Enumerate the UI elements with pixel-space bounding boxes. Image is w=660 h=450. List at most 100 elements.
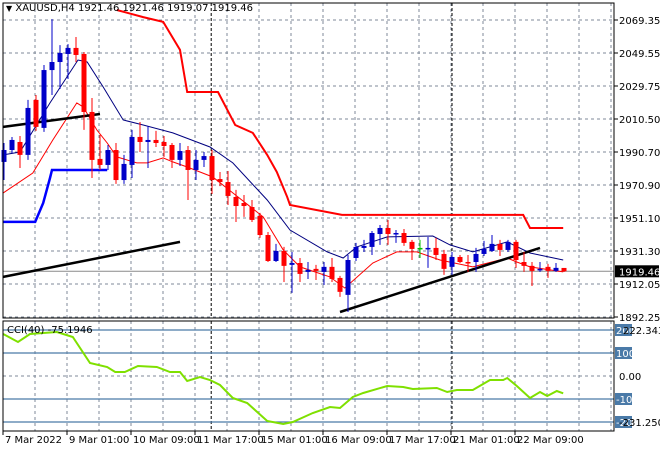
candle-body <box>281 250 287 266</box>
cci-title: CCI(40) -75.1946 <box>7 325 93 336</box>
candle-body <box>433 247 439 255</box>
candle-body <box>161 141 167 146</box>
symbol-label: XAUUSD,H4 <box>15 3 75 14</box>
time-label: 9 Mar 01:00 <box>69 435 129 446</box>
cci-level-label: 0.00 <box>619 372 641 383</box>
candle-body <box>49 62 55 71</box>
candle-body <box>97 158 103 165</box>
cci-label: CCI(40) <box>7 325 45 336</box>
price-label: 1931.30 <box>619 247 660 258</box>
candle-body <box>177 151 183 160</box>
candle-body <box>217 179 223 183</box>
candle-body <box>257 215 263 236</box>
candle-body <box>201 156 207 160</box>
candle-body <box>17 141 23 155</box>
candle-body <box>1 150 7 162</box>
candle-body <box>145 139 151 142</box>
time-label: 22 Mar 09:00 <box>517 435 584 446</box>
candle-body <box>193 159 199 170</box>
candle-body <box>369 233 375 247</box>
candle <box>265 231 271 263</box>
high-value: 1921.46 <box>122 3 164 14</box>
candle-body <box>441 253 447 269</box>
candle-body <box>481 248 487 254</box>
candle-body <box>265 235 271 262</box>
candle-body <box>225 182 231 196</box>
candle-body <box>457 256 463 263</box>
price-label: 1892.25 <box>619 313 660 324</box>
price-label: 1912.05 <box>619 280 660 291</box>
candle-body <box>185 150 191 170</box>
candle-body <box>521 262 527 266</box>
candle-body <box>529 265 535 271</box>
candle-body <box>137 136 143 142</box>
candle-body <box>273 250 279 262</box>
candle-body <box>345 259 351 295</box>
candle-body <box>169 144 175 160</box>
candle-body <box>353 246 359 258</box>
cci-max-label: 222.3435 <box>623 326 660 337</box>
candle-body <box>89 111 95 160</box>
price-label: 1970.90 <box>619 181 660 192</box>
price-label: 1951.10 <box>619 214 660 225</box>
candle-body <box>57 52 63 63</box>
triangle-down-icon[interactable]: ▼ <box>6 4 12 13</box>
time-label: 11 Mar 17:00 <box>197 435 264 446</box>
candle-body <box>497 243 503 250</box>
candle-body <box>449 256 455 267</box>
time-label: 7 Mar 2022 <box>5 435 62 446</box>
open-value: 1921.46 <box>77 3 120 14</box>
candle-body <box>465 262 471 264</box>
cci-min-label: -231.2502 <box>619 418 660 429</box>
low-value: 1919.07 <box>167 3 209 14</box>
candle-body <box>393 233 399 235</box>
candle-body <box>121 163 127 181</box>
candle-body <box>377 227 383 235</box>
candle-body <box>337 277 343 292</box>
cci-level-label: -100 <box>616 395 639 406</box>
price-label: 2069.35 <box>619 16 660 27</box>
candle-body <box>361 245 367 248</box>
candle-body <box>249 207 255 220</box>
time-label: 16 Mar 09:00 <box>325 435 392 446</box>
cci-level-label: 100 <box>616 349 635 360</box>
candle-body <box>425 247 431 250</box>
candle-body <box>153 139 159 143</box>
candle-body <box>41 70 47 128</box>
candle-body <box>553 267 559 271</box>
candle-body <box>545 266 551 271</box>
candle-body <box>209 156 215 181</box>
candle <box>33 95 39 131</box>
candle-body <box>129 136 135 165</box>
close-value: 1919.46 <box>211 3 253 14</box>
candle-body <box>561 267 567 272</box>
candle <box>41 65 47 132</box>
candle-body <box>305 269 311 272</box>
current-price-label: 1919.46 <box>619 267 660 278</box>
price-chart[interactable]: 7 Mar 2022 9 Mar 01:00 10 Mar 09:0011 Mar … <box>0 0 660 450</box>
candle-body <box>9 139 15 151</box>
candle-body <box>25 107 31 155</box>
time-label: 10 Mar 09:00 <box>133 435 200 446</box>
candle-body <box>417 247 423 250</box>
candle-body <box>473 253 479 263</box>
candle-body <box>321 266 327 272</box>
candle-body <box>289 263 295 265</box>
candle-body <box>65 47 71 54</box>
time-label: 21 Mar 01:00 <box>453 435 520 446</box>
candle-body <box>537 268 543 271</box>
candle-body <box>385 227 391 235</box>
candle-body <box>113 150 119 181</box>
candle <box>257 212 263 238</box>
candle-body <box>401 233 407 243</box>
candle-body <box>489 243 495 251</box>
time-label: 17 Mar 17:00 <box>389 435 456 446</box>
chart-title: ▼ XAUUSD,H4 1921.46 1921.46 1919.07 1919… <box>6 3 253 14</box>
candle-body <box>233 196 239 207</box>
time-label: 15 Mar 01:00 <box>261 435 328 446</box>
price-label: 2010.50 <box>619 115 660 126</box>
candle <box>25 99 31 160</box>
cci-value: -75.1946 <box>47 325 93 336</box>
candle-body <box>313 268 319 271</box>
candle-body <box>33 99 39 127</box>
